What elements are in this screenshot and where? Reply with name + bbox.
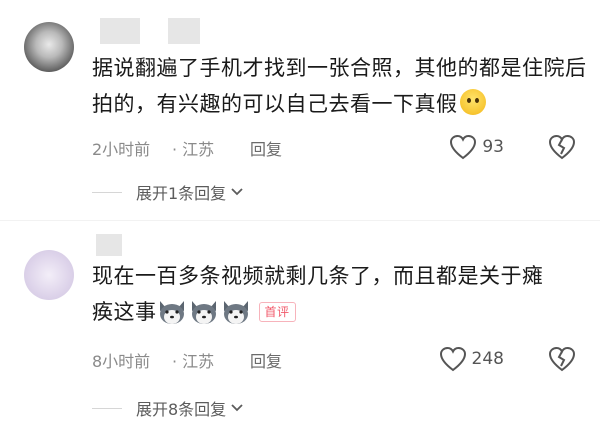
like-button[interactable]: 93 <box>449 134 504 160</box>
comment-location: · 江苏 <box>172 352 215 371</box>
username-redacted <box>100 18 140 44</box>
heart-icon <box>439 346 466 372</box>
reply-button[interactable]: 回复 <box>250 348 282 372</box>
comment-body: 据说翻遍了手机才找到一张合照，其他的都是住院后拍的，有兴趣的可以自己去看一下真假 <box>92 56 587 116</box>
like-button[interactable]: 248 <box>439 346 504 372</box>
chevron-down-icon <box>231 404 243 412</box>
comment-time: 8小时前 <box>92 352 151 371</box>
reply-button[interactable]: 回复 <box>250 136 282 160</box>
husky-emoji-icon <box>189 297 219 325</box>
expand-replies-button[interactable]: 展开8条回复 <box>92 396 244 420</box>
like-count: 248 <box>471 349 504 369</box>
comment-divider <box>0 220 600 221</box>
thinking-emoji-icon <box>459 89 486 115</box>
husky-emoji-icon <box>157 297 187 325</box>
chevron-down-icon <box>231 188 243 196</box>
avatar[interactable] <box>24 250 74 300</box>
comment-location: · 江苏 <box>172 140 215 159</box>
username-redacted <box>168 18 200 44</box>
like-count: 93 <box>482 137 504 157</box>
username-redacted <box>96 234 122 256</box>
comment-time: 2小时前 <box>92 140 151 159</box>
expand-replies-button[interactable]: 展开1条回复 <box>92 180 244 204</box>
avatar[interactable] <box>24 22 74 72</box>
comment-text: 现在一百多条视频就剩几条了，而且都是关于瘫痪这事 首评 <box>92 258 562 330</box>
heart-icon <box>450 134 477 160</box>
broken-heart-icon[interactable] <box>548 134 576 160</box>
expand-divider-line <box>92 191 122 193</box>
expand-divider-line <box>92 407 122 409</box>
comment-text: 据说翻遍了手机才找到一张合照，其他的都是住院后拍的，有兴趣的可以自己去看一下真假 <box>92 50 592 122</box>
expand-replies-label: 展开1条回复 <box>136 184 227 203</box>
first-comment-badge: 首评 <box>258 302 296 322</box>
comment-meta: 2小时前 · 江苏 回复 93 <box>92 132 582 162</box>
broken-heart-icon[interactable] <box>548 346 576 372</box>
husky-emoji-icon <box>221 297 251 325</box>
comment-meta: 8小时前 · 江苏 回复 248 <box>92 344 582 374</box>
expand-replies-label: 展开8条回复 <box>136 400 227 419</box>
comment-list: 据说翻遍了手机才找到一张合照，其他的都是住院后拍的，有兴趣的可以自己去看一下真假… <box>0 0 600 430</box>
